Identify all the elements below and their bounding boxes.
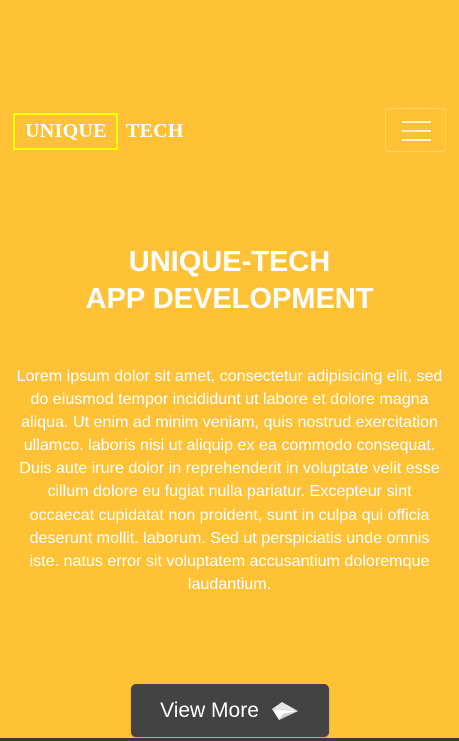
hamburger-menu-icon [402, 130, 431, 132]
hamburger-menu-button[interactable] [385, 108, 446, 152]
brand-boxed-text: UNIQUE [13, 113, 118, 150]
brand-tail-text: TECH [125, 120, 184, 142]
brand-logo[interactable]: UNIQUE TECH [13, 113, 184, 150]
paper-plane-icon [270, 700, 300, 722]
navbar: UNIQUE TECH [0, 108, 459, 154]
hero-title-line1: UNIQUE-TECH [128, 246, 331, 278]
hero-title: UNIQUE-TECH APP DEVELOPMENT [0, 244, 459, 318]
hamburger-menu-icon [402, 139, 431, 141]
view-more-button[interactable]: View More [131, 684, 329, 737]
view-more-label: View More [160, 698, 259, 722]
hamburger-menu-icon [402, 121, 431, 123]
hero-title-line2: APP DEVELOPMENT [85, 283, 374, 315]
hero-description: Lorem ipsum dolor sit amet, consectetur … [16, 367, 443, 593]
